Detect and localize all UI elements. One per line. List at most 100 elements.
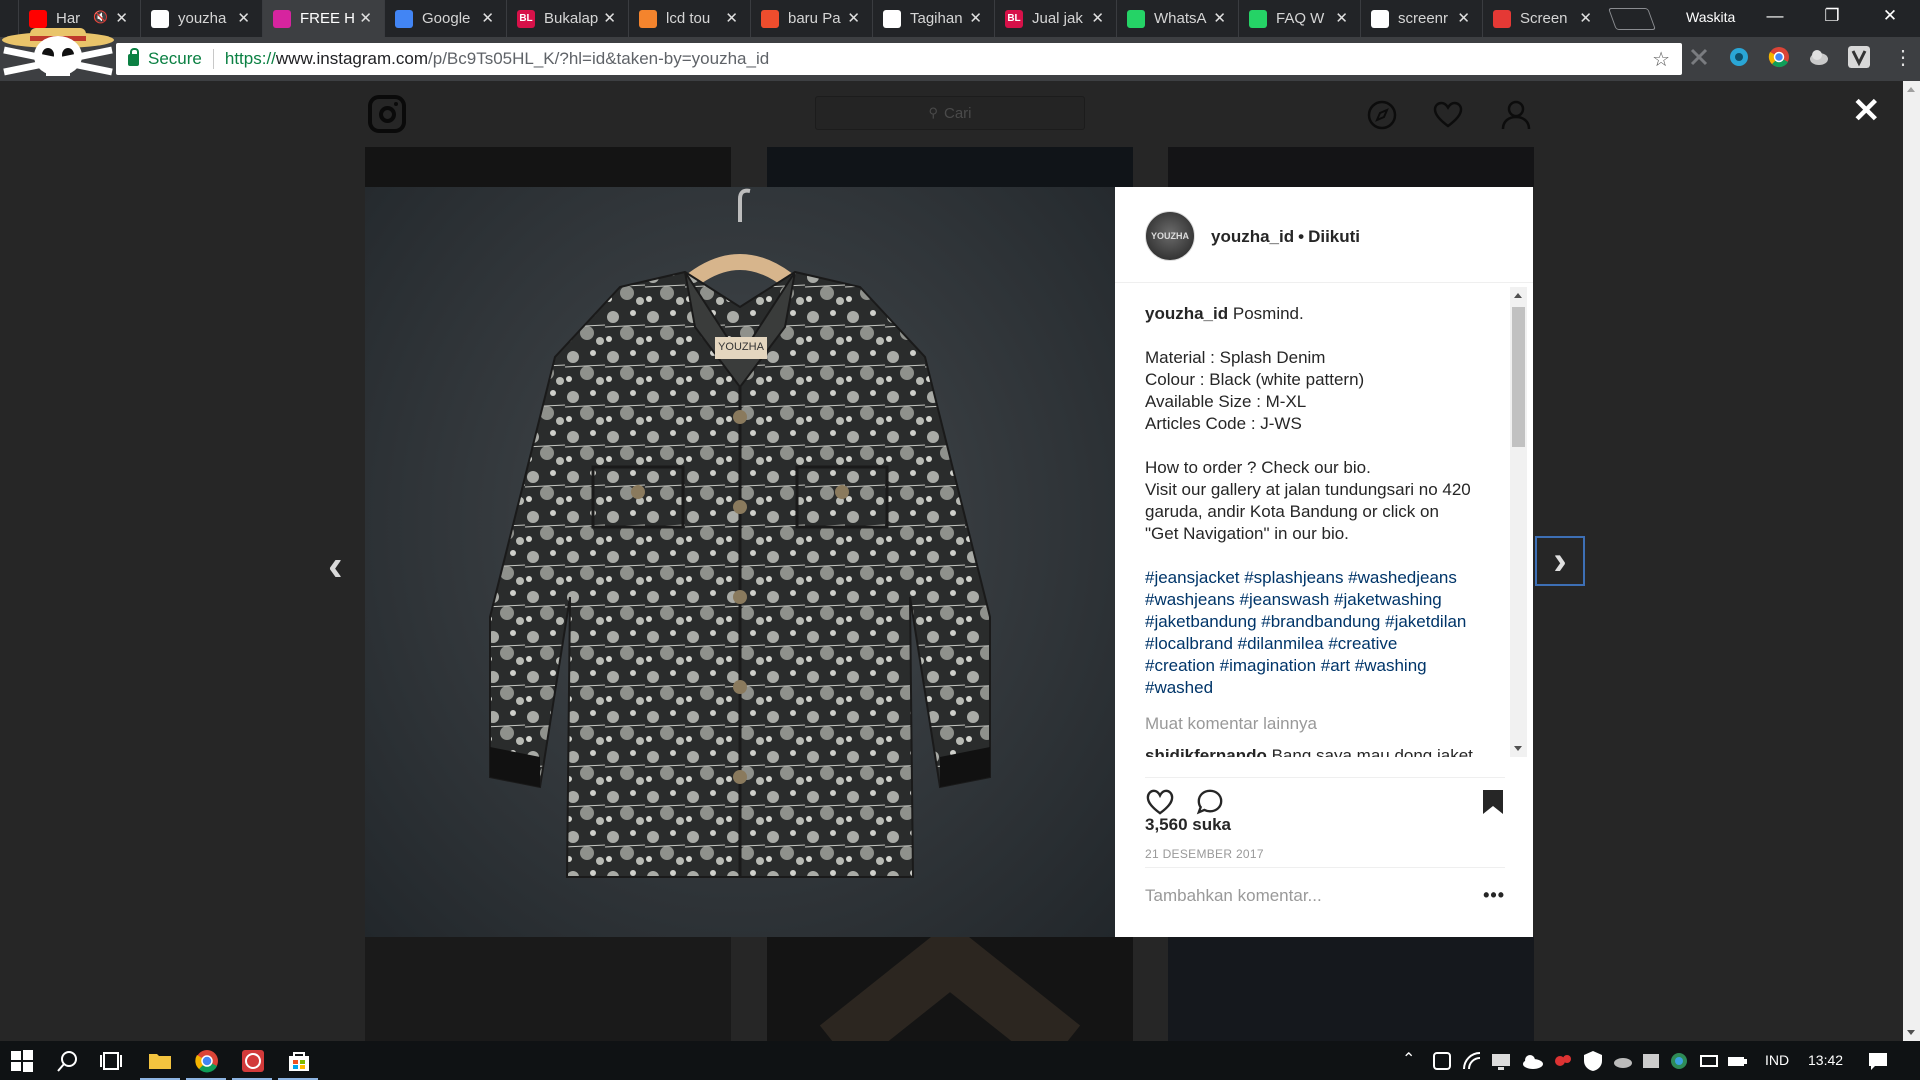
- search-input[interactable]: ⚲ Cari: [815, 96, 1085, 130]
- chrome-icon[interactable]: [195, 1049, 219, 1073]
- minimize-icon[interactable]: —: [1755, 6, 1795, 26]
- add-comment-input[interactable]: [1145, 868, 1465, 924]
- grid-tile[interactable]: [365, 937, 731, 1041]
- likes-count[interactable]: 3,560 suka: [1145, 815, 1231, 835]
- gear-extension-icon[interactable]: [1728, 46, 1750, 68]
- window-close-icon[interactable]: ✕: [1870, 6, 1910, 26]
- grid-tile[interactable]: [365, 147, 731, 187]
- comments-scrollbar[interactable]: [1510, 287, 1527, 757]
- color-tray-icon[interactable]: [1668, 1049, 1690, 1073]
- save-bookmark-icon[interactable]: [1481, 788, 1505, 816]
- browser-tab[interactable]: youzha ✕: [140, 0, 262, 37]
- url-text[interactable]: https://www.instagram.com/p/Bc9Ts05HL_K/…: [225, 49, 769, 69]
- notifications-icon[interactable]: [1866, 1049, 1890, 1073]
- new-tab-button[interactable]: [1607, 8, 1657, 30]
- grid-tile[interactable]: [767, 147, 1133, 187]
- browser-tab[interactable]: BL Jual jak ✕: [994, 0, 1116, 37]
- tab-close-icon[interactable]: ✕: [847, 9, 860, 27]
- browser-tab[interactable]: BL Bukalap ✕: [506, 0, 628, 37]
- chrome-extension-icon[interactable]: [1768, 46, 1790, 68]
- hashtag-line[interactable]: #jaketbandung #brandbandung #jaketdilan: [1145, 611, 1505, 633]
- grid-tile[interactable]: [767, 921, 1133, 1041]
- browser-tab[interactable]: baru Pa ✕: [750, 0, 872, 37]
- profile-person-icon[interactable]: [1500, 99, 1532, 131]
- browser-tab[interactable]: lcd tou ✕: [628, 0, 750, 37]
- x-extension-icon[interactable]: [1688, 46, 1710, 68]
- scroll-down-arrow-icon[interactable]: [1514, 746, 1522, 751]
- avatar[interactable]: YOUZHA: [1145, 211, 1195, 261]
- post-photo[interactable]: YOUZHA: [365, 187, 1115, 937]
- like-heart-icon[interactable]: [1145, 788, 1175, 816]
- follow-status[interactable]: Diikuti: [1308, 227, 1360, 246]
- tab-close-icon[interactable]: ✕: [1213, 9, 1226, 27]
- tab-close-icon[interactable]: ✕: [1335, 9, 1348, 27]
- search-icon[interactable]: [56, 1049, 80, 1073]
- secure-label[interactable]: Secure: [148, 49, 202, 69]
- file-explorer-icon[interactable]: [148, 1049, 172, 1073]
- tab-close-icon[interactable]: ✕: [481, 9, 494, 27]
- wifi-icon[interactable]: [1462, 1049, 1482, 1073]
- caption-username[interactable]: youzha_id: [1145, 304, 1228, 323]
- tab-close-icon[interactable]: ✕: [969, 9, 982, 27]
- address-bar[interactable]: Secure https://www.instagram.com/p/Bc9Ts…: [116, 43, 1682, 75]
- close-modal-icon[interactable]: ✕: [1852, 94, 1881, 128]
- keyboard-tray-icon[interactable]: [1698, 1049, 1720, 1073]
- username-link[interactable]: youzha_id: [1211, 227, 1294, 246]
- post-date[interactable]: 21 DESEMBER 2017: [1145, 847, 1264, 861]
- tray-app-icon[interactable]: [1432, 1049, 1452, 1073]
- hashtag-line[interactable]: #washed: [1145, 677, 1505, 699]
- tab-close-icon[interactable]: ✕: [1579, 9, 1592, 27]
- grid-tile[interactable]: [1168, 937, 1534, 1041]
- load-more-comments-link[interactable]: Muat komentar lainnya: [1145, 713, 1505, 735]
- bookmark-star-icon[interactable]: ☆: [1652, 47, 1670, 72]
- v-extension-icon[interactable]: [1848, 46, 1870, 68]
- task-view-icon[interactable]: [99, 1049, 123, 1073]
- shield-icon[interactable]: [1582, 1049, 1604, 1073]
- comment-username[interactable]: shidikfernando: [1145, 746, 1267, 757]
- browser-tab[interactable]: Screen ✕: [1482, 0, 1604, 37]
- grid-tile[interactable]: [1168, 147, 1534, 187]
- tray-overflow-chevron-icon[interactable]: ⌃: [1402, 1049, 1415, 1069]
- clock[interactable]: 13:42: [1808, 1052, 1843, 1068]
- onedrive-cloud-icon[interactable]: [1520, 1049, 1544, 1073]
- explore-compass-icon[interactable]: [1366, 99, 1398, 131]
- hashtag-line[interactable]: #washjeans #jeanswash #jaketwashing: [1145, 589, 1505, 611]
- previous-post-arrow-icon[interactable]: ‹: [328, 541, 343, 591]
- hashtag-line[interactable]: #jeansjacket #splashjeans #washedjeans: [1145, 567, 1505, 589]
- restore-icon[interactable]: ❐: [1812, 6, 1852, 26]
- whatsapp-app-icon[interactable]: [241, 1049, 265, 1073]
- cloud-extension-icon[interactable]: [1808, 46, 1830, 68]
- display-icon[interactable]: [1490, 1049, 1512, 1073]
- activity-heart-icon[interactable]: [1432, 99, 1464, 131]
- chrome-menu-icon[interactable]: ⋮: [1893, 45, 1913, 70]
- browser-tab[interactable]: screenr ✕: [1360, 0, 1482, 37]
- comment-bubble-icon[interactable]: [1195, 788, 1225, 816]
- game-tray-icon[interactable]: [1552, 1049, 1574, 1073]
- scroll-up-arrow-icon[interactable]: [1514, 293, 1522, 298]
- browser-tab[interactable]: WhatsA ✕: [1116, 0, 1238, 37]
- battery-icon[interactable]: [1726, 1049, 1748, 1073]
- browser-tab[interactable]: FAQ W ✕: [1238, 0, 1360, 37]
- tab-close-icon[interactable]: ✕: [725, 9, 738, 27]
- profile-name[interactable]: Waskita: [1686, 9, 1735, 25]
- page-scroll-down-icon[interactable]: [1907, 1030, 1915, 1035]
- comments-list[interactable]: youzha_id Posmind. Material : Splash Den…: [1145, 287, 1505, 757]
- windows-start-icon[interactable]: [10, 1049, 34, 1073]
- tab-close-icon[interactable]: ✕: [1457, 9, 1470, 27]
- network-drive-icon[interactable]: [1640, 1049, 1662, 1073]
- tab-close-icon[interactable]: ✕: [1091, 9, 1104, 27]
- tab-close-icon[interactable]: ✕: [603, 9, 616, 27]
- hashtag-line[interactable]: #creation #imagination #art #washing: [1145, 655, 1505, 677]
- next-post-arrow-icon[interactable]: ›: [1535, 536, 1585, 586]
- cloud-sync-icon[interactable]: [1612, 1049, 1634, 1073]
- tab-close-icon[interactable]: ✕: [237, 9, 250, 27]
- tab-close-icon[interactable]: ✕: [359, 9, 372, 27]
- instagram-logo-icon[interactable]: [368, 95, 406, 133]
- page-scroll-up-icon[interactable]: [1907, 87, 1915, 92]
- hashtag-line[interactable]: #localbrand #dilanmilea #creative: [1145, 633, 1505, 655]
- language-indicator[interactable]: IND: [1765, 1052, 1789, 1068]
- store-icon[interactable]: [287, 1049, 311, 1073]
- scrollbar-thumb[interactable]: [1512, 307, 1525, 447]
- browser-tab[interactable]: FREE H ✕: [262, 0, 384, 37]
- browser-tab[interactable]: Google ✕: [384, 0, 506, 37]
